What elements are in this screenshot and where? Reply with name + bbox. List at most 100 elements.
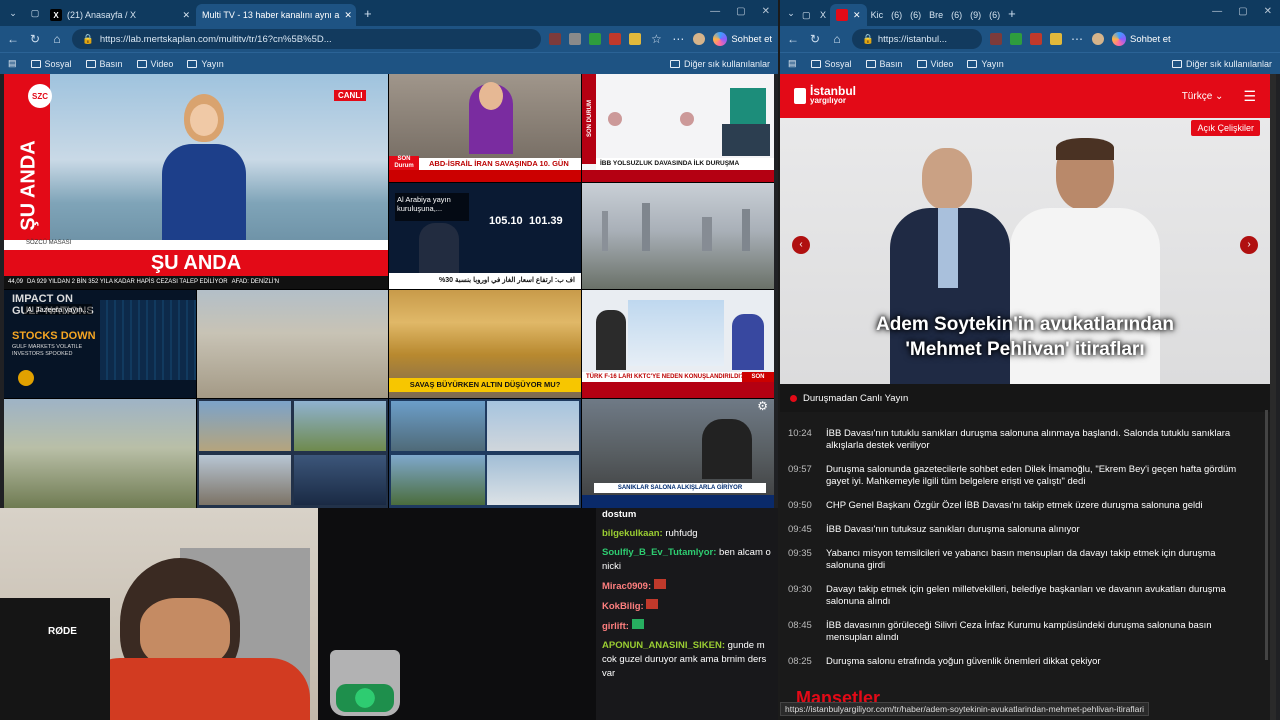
bookmark-folder-video[interactable]: Video [916,59,953,69]
extension-icon[interactable] [589,33,602,45]
tab-x-home[interactable]: X (21) Anasayfa / X ✕ [44,4,196,26]
chat-username[interactable]: girlift: [602,621,629,632]
back-icon[interactable]: ← [6,32,20,46]
tab-list-icon[interactable]: ⌄ [0,8,26,19]
url-bar[interactable]: 🔒 https://lab.mertskaplan.com/multitv/tr… [72,29,542,49]
hero-slider[interactable]: Açık Çelişkiler ‹ › Adem Soytekin'in avu… [780,118,1270,384]
extension-icon[interactable] [1050,33,1062,45]
video-tile-webcams-b[interactable] [389,399,581,508]
reading-list-icon[interactable]: ▤ [8,58,17,69]
tab-x-3[interactable]: (6) [906,4,925,26]
video-tile-alarabiya[interactable]: Al Arabiya yayın kuruluşuna,... 105.10 1… [389,183,581,289]
home-icon[interactable]: ⌂ [50,32,64,46]
avatar[interactable] [693,33,706,45]
settings-gear-icon[interactable]: ⚙ [757,399,768,413]
feed-item[interactable]: 10:24 İBB Davası'nın tutuklu sanıkları du… [780,422,1260,458]
category-badge[interactable]: Açık Çelişkiler [1191,120,1260,136]
video-tile-court[interactable]: ⚙ SANIKLAR SALONA ALKIŞLARLA GİRİYOR [582,399,774,508]
tab-instagram[interactable]: (9) [966,4,985,26]
close-window-icon[interactable]: ✕ [762,6,770,17]
new-tab-icon[interactable]: + [1008,6,1016,21]
feed-item[interactable]: 08:45 İBB davasının görüleceği Silivri Ce… [780,614,1260,650]
bookmark-folder-sosyal[interactable]: Sosyal [810,59,852,69]
video-tile-gold[interactable]: SAVAŞ BÜYÜRKEN ALTIN DÜŞÜYOR MU? [389,290,581,398]
more-icon[interactable]: ⋯ [671,32,685,46]
maximize-icon[interactable]: ▢ [736,6,745,17]
reading-list-icon[interactable]: ▤ [788,58,797,69]
chat-username[interactable]: Mirac0909: [602,581,651,592]
extension-icon[interactable] [629,33,642,45]
chat-username[interactable]: bilgekulkaan: [602,528,663,539]
feed-item[interactable]: 09:45 İBB Davası'nın tutuksuz sanıkları d… [780,518,1260,542]
video-tile-skyline[interactable] [197,290,388,398]
other-favorites[interactable]: Diğer sık kullanılanlar [669,59,770,69]
extension-icon[interactable] [569,33,582,45]
refresh-icon[interactable]: ↻ [28,32,42,46]
url-bar[interactable]: 🔒 https://istanbul... [852,29,982,49]
slider-next-icon[interactable]: › [1240,236,1258,254]
close-icon[interactable]: ✕ [853,10,861,21]
extension-icon[interactable] [990,33,1002,45]
slider-prev-icon[interactable]: ‹ [792,236,810,254]
tab-x-2[interactable]: (6) [887,4,906,26]
workspaces-icon[interactable]: ▢ [802,4,816,26]
feed-item[interactable]: 09:35 Yabancı misyon temsilcileri ve yaba… [780,542,1260,578]
extension-icon[interactable] [1030,33,1042,45]
feed-item[interactable]: 09:57 Duruşma salonunda gazetecilerle soh… [780,458,1260,494]
extension-icon[interactable] [1010,33,1022,45]
extension-icon[interactable] [549,33,562,45]
chat-username[interactable]: KokBilig: [602,601,644,612]
tab-x[interactable]: X [816,4,830,26]
maximize-icon[interactable]: ▢ [1238,6,1247,17]
bookmark-folder-yayin[interactable]: Yayın [187,59,224,69]
video-tile-jerusalem[interactable] [4,399,196,508]
tab-x-5[interactable]: (6) [985,4,1004,26]
video-tile-szc[interactable]: SZC ŞU ANDA CANLI SÖZCÜ MASASI ŞU ANDA 4… [4,74,388,289]
feed-scrollbar[interactable] [1265,410,1268,660]
tab-x-4[interactable]: (6) [947,4,966,26]
feed-item[interactable]: 09:30 Davayı takip etmek için gelen mille… [780,578,1260,614]
tab-kick[interactable]: Kic [867,4,888,26]
close-window-icon[interactable]: ✕ [1264,6,1272,17]
new-tab-icon[interactable]: + [364,6,372,21]
video-tile-ch2[interactable]: SON Durum ABD-İSRAİL İRAN SAVAŞINDA 10. … [389,74,581,182]
video-tile-city[interactable] [582,183,774,289]
page-scrollbar[interactable] [1270,74,1276,720]
workspaces-icon[interactable]: ▢ [26,8,44,19]
bookmark-folder-basin[interactable]: Basın [85,59,123,69]
avatar[interactable] [1092,33,1104,45]
other-favorites[interactable]: Diğer sık kullanılanlar [1171,59,1272,69]
chat-button[interactable]: Sohbet et [1112,32,1171,46]
minimize-icon[interactable]: — [1212,6,1222,17]
more-icon[interactable]: ⋯ [1070,32,1084,46]
favorites-icon[interactable]: ☆ [649,32,663,46]
bookmark-folder-sosyal[interactable]: Sosyal [30,59,72,69]
close-icon[interactable]: ✕ [344,10,352,21]
hamburger-menu-icon[interactable]: ☰ [1243,88,1256,105]
video-tile-trt[interactable]: TÜRK F-16 LARI KKTC'YE NEDEN KONUŞLANDIR… [582,290,774,398]
tab-list-icon[interactable]: ⌄ [780,8,802,19]
site-logo[interactable]: İstanbul yargılıyor [794,85,856,106]
chat-button[interactable]: Sohbet et [713,32,772,46]
video-tile-ch3[interactable]: SON DURUM İBB YOLSUZLUK DAVASINDA İLK DU… [582,74,774,182]
extension-icon[interactable] [609,33,622,45]
back-icon[interactable]: ← [786,32,800,46]
refresh-icon[interactable]: ↻ [808,32,822,46]
video-tile-webcams-a[interactable] [197,399,388,508]
minimize-icon[interactable]: — [710,6,720,17]
video-tile-aljazeera[interactable]: IMPACT ON GULF NATIONS Al Jazeera yayın.… [4,290,196,398]
tab-bre[interactable]: Bre [925,4,947,26]
close-icon[interactable]: ✕ [182,10,190,21]
bookmark-folder-yayin[interactable]: Yayın [967,59,1004,69]
tab-istanbul-yargiliyor[interactable]: ✕ [830,4,867,26]
language-selector[interactable]: Türkçe ⌄ [1182,91,1224,102]
hero-headline[interactable]: Adem Soytekin'in avukatlarından 'Mehmet … [780,312,1270,362]
bookmark-folder-basin[interactable]: Basın [865,59,903,69]
bookmark-folder-video[interactable]: Video [136,59,173,69]
tab-multitv[interactable]: Multi TV - 13 haber kanalını aynı a ✕ [196,4,356,26]
home-icon[interactable]: ⌂ [830,32,844,46]
chat-username[interactable]: APONUN_ANASINI_SIKEN: [602,640,725,651]
feed-item[interactable]: 08:25 Duruşma salonu etrafında yoğun güve… [780,650,1260,674]
feed-item[interactable]: 09:50 CHP Genel Başkanı Özgür Özel İBB Da… [780,494,1260,518]
chat-username[interactable]: Soulfly_B_Ev_Tutamlyor: [602,547,716,558]
